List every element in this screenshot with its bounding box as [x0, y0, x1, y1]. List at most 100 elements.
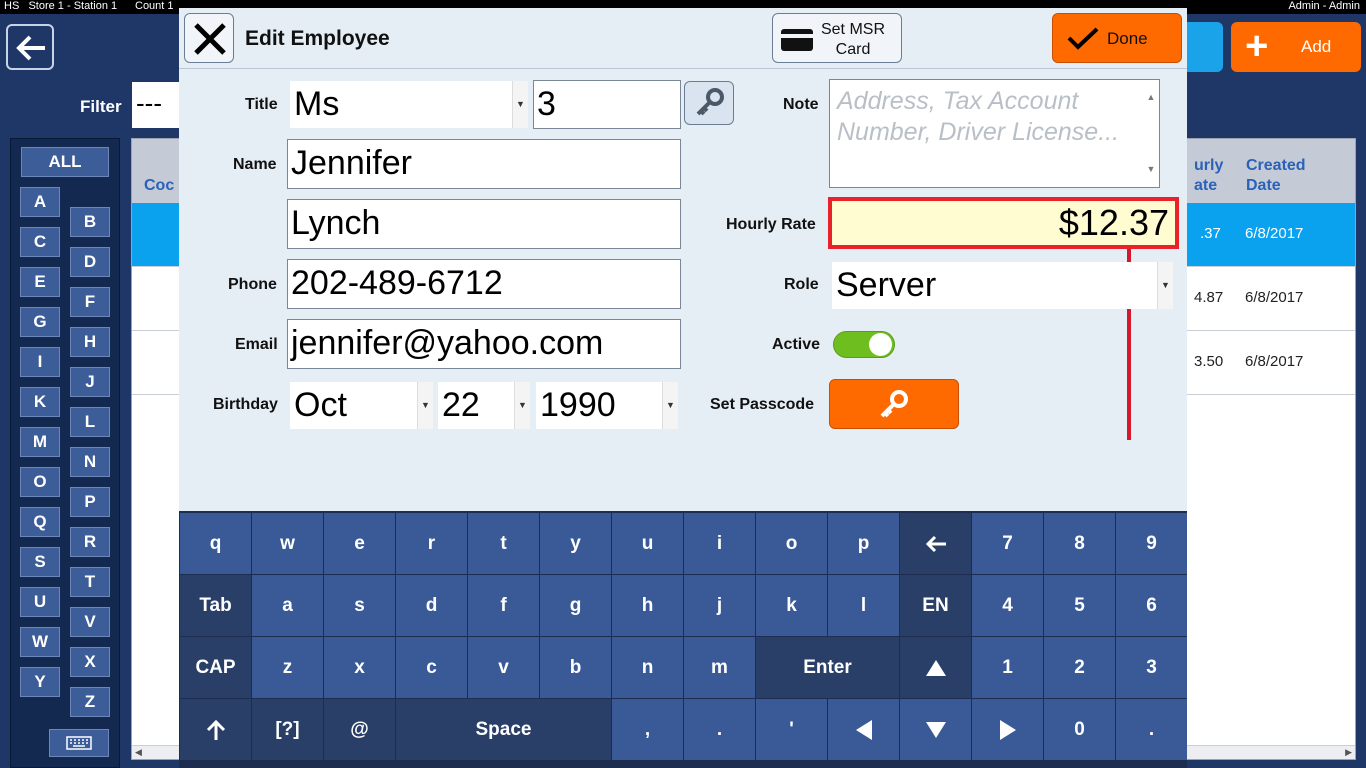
alpha-button-s[interactable]: S	[20, 547, 60, 577]
key-n[interactable]: n	[612, 637, 683, 698]
key-v[interactable]: v	[468, 637, 539, 698]
done-button[interactable]: Done	[1052, 13, 1182, 63]
alpha-button-b[interactable]: B	[70, 207, 110, 237]
hidden-action-button[interactable]	[1185, 22, 1223, 72]
hourly-rate-field[interactable]: $12.37	[828, 197, 1179, 249]
phone-field[interactable]: 202-489-6712	[287, 259, 681, 309]
add-button[interactable]: + Add	[1231, 22, 1361, 72]
arrow-up-key[interactable]	[900, 637, 971, 698]
at-key[interactable]: @	[324, 699, 395, 760]
numpad-key-1[interactable]: 1	[972, 637, 1043, 698]
key-d[interactable]: d	[396, 575, 467, 636]
alpha-button-o[interactable]: O	[20, 467, 60, 497]
alpha-button-i[interactable]: I	[20, 347, 60, 377]
numpad-key-7[interactable]: 7	[972, 513, 1043, 574]
alpha-button-k[interactable]: K	[20, 387, 60, 417]
numpad-key-decimal[interactable]: .	[1116, 699, 1187, 760]
back-button[interactable]	[6, 24, 54, 70]
numpad-key-9[interactable]: 9	[1116, 513, 1187, 574]
alpha-button-w[interactable]: W	[20, 627, 60, 657]
key-q[interactable]: q	[180, 513, 251, 574]
shift-key[interactable]	[180, 699, 251, 760]
arrow-down-key[interactable]	[900, 699, 971, 760]
column-header-created-date[interactable]: Created Date	[1246, 156, 1306, 196]
alpha-button-a[interactable]: A	[20, 187, 60, 217]
alpha-button-e[interactable]: E	[20, 267, 60, 297]
generate-number-button[interactable]	[684, 81, 734, 125]
numpad-key-5[interactable]: 5	[1044, 575, 1115, 636]
key-e[interactable]: e	[324, 513, 395, 574]
alpha-button-u[interactable]: U	[20, 587, 60, 617]
numpad-key-8[interactable]: 8	[1044, 513, 1115, 574]
alpha-all-button[interactable]: ALL	[21, 147, 109, 177]
alpha-button-l[interactable]: L	[70, 407, 110, 437]
period-key[interactable]: .	[684, 699, 755, 760]
comma-key[interactable]: ,	[612, 699, 683, 760]
set-passcode-button[interactable]	[829, 379, 959, 429]
employee-number-field[interactable]: 3	[533, 80, 681, 129]
key-y[interactable]: y	[540, 513, 611, 574]
arrow-right-key[interactable]	[972, 699, 1043, 760]
key-f[interactable]: f	[468, 575, 539, 636]
key-u[interactable]: u	[612, 513, 683, 574]
language-key[interactable]: EN	[900, 575, 971, 636]
numpad-key-6[interactable]: 6	[1116, 575, 1187, 636]
title-select[interactable]: Ms ▼	[290, 81, 528, 128]
tab-key[interactable]: Tab	[180, 575, 251, 636]
alpha-button-f[interactable]: F	[70, 287, 110, 317]
alpha-button-z[interactable]: Z	[70, 687, 110, 717]
email-field[interactable]: jennifer@yahoo.com	[287, 319, 681, 369]
key-h[interactable]: h	[612, 575, 683, 636]
alpha-button-q[interactable]: Q	[20, 507, 60, 537]
key-w[interactable]: w	[252, 513, 323, 574]
note-field[interactable]: Address, Tax Account Number, Driver Lice…	[829, 79, 1160, 188]
key-m[interactable]: m	[684, 637, 755, 698]
key-k[interactable]: k	[756, 575, 827, 636]
key-r[interactable]: r	[396, 513, 467, 574]
key-i[interactable]: i	[684, 513, 755, 574]
key-c[interactable]: c	[396, 637, 467, 698]
apostrophe-key[interactable]: '	[756, 699, 827, 760]
column-header-code[interactable]: Coc	[144, 176, 174, 196]
column-header-hourly-rate[interactable]: urly ate	[1194, 156, 1223, 196]
symbols-key[interactable]: [?]	[252, 699, 323, 760]
alpha-button-h[interactable]: H	[70, 327, 110, 357]
space-key[interactable]: Space	[396, 699, 611, 760]
numpad-key-2[interactable]: 2	[1044, 637, 1115, 698]
alpha-button-c[interactable]: C	[20, 227, 60, 257]
keyboard-toggle-button[interactable]	[49, 729, 109, 757]
numpad-key-4[interactable]: 4	[972, 575, 1043, 636]
key-g[interactable]: g	[540, 575, 611, 636]
alpha-button-d[interactable]: D	[70, 247, 110, 277]
enter-key[interactable]: Enter	[756, 637, 899, 698]
close-button[interactable]	[184, 13, 234, 63]
first-name-field[interactable]: Jennifer	[287, 139, 681, 189]
note-scrollbar[interactable]: ▲ ▼	[1143, 80, 1159, 187]
arrow-left-key[interactable]	[828, 699, 899, 760]
alpha-button-y[interactable]: Y	[20, 667, 60, 697]
alpha-button-r[interactable]: R	[70, 527, 110, 557]
alpha-button-v[interactable]: V	[70, 607, 110, 637]
last-name-field[interactable]: Lynch	[287, 199, 681, 249]
numpad-key-3[interactable]: 3	[1116, 637, 1187, 698]
key-o[interactable]: o	[756, 513, 827, 574]
key-l[interactable]: l	[828, 575, 899, 636]
alpha-button-j[interactable]: J	[70, 367, 110, 397]
alpha-button-t[interactable]: T	[70, 567, 110, 597]
key-t[interactable]: t	[468, 513, 539, 574]
key-j[interactable]: j	[684, 575, 755, 636]
backspace-key[interactable]	[900, 513, 971, 574]
key-x[interactable]: x	[324, 637, 395, 698]
birth-year-select[interactable]: 1990 ▼	[536, 382, 678, 429]
scroll-left-icon[interactable]: ◀	[135, 747, 142, 758]
active-toggle[interactable]	[833, 331, 895, 358]
birth-month-select[interactable]: Oct ▼	[290, 382, 433, 429]
role-select[interactable]: Server ▼	[832, 262, 1173, 309]
alpha-button-m[interactable]: M	[20, 427, 60, 457]
alpha-button-g[interactable]: G	[20, 307, 60, 337]
set-msr-card-button[interactable]: Set MSR Card	[772, 13, 902, 63]
scroll-right-icon[interactable]: ▶	[1345, 747, 1352, 758]
key-b[interactable]: b	[540, 637, 611, 698]
alpha-button-n[interactable]: N	[70, 447, 110, 477]
key-a[interactable]: a	[252, 575, 323, 636]
